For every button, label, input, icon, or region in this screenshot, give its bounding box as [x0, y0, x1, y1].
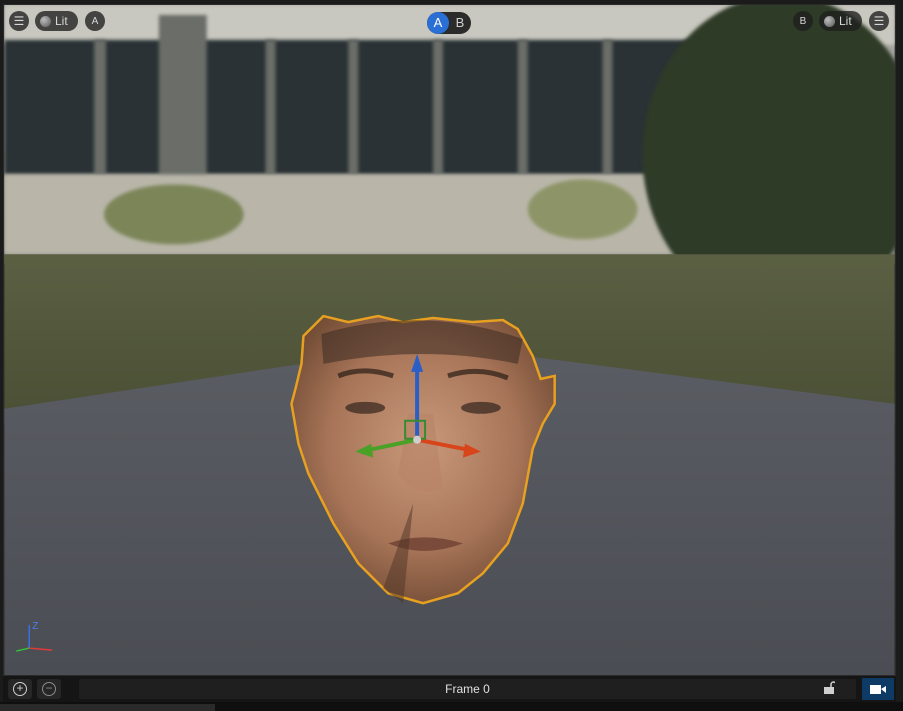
axis-z-label: Z: [32, 621, 38, 632]
plus-icon: +: [13, 682, 27, 696]
frame-field[interactable]: Frame 0: [79, 679, 856, 699]
camera-icon: [870, 685, 886, 694]
unlock-icon: [824, 681, 837, 694]
ab-toggle-b[interactable]: B: [449, 12, 471, 34]
lock-button[interactable]: [823, 681, 837, 697]
frame-label: Frame 0: [445, 682, 490, 696]
right-lit-button[interactable]: Lit: [819, 11, 862, 31]
right-b-button[interactable]: B: [793, 11, 813, 31]
lit-icon: [824, 15, 835, 27]
ab-toggle[interactable]: A B: [427, 12, 471, 34]
remove-button[interactable]: −: [37, 679, 61, 699]
left-a-label: A: [91, 15, 99, 27]
minus-icon: −: [42, 682, 56, 696]
viewport[interactable]: Z ☰ Lit A A B B Lit ☰: [3, 4, 896, 676]
building-windows: [4, 39, 723, 175]
ab-toggle-a[interactable]: A: [427, 12, 449, 34]
status-bar: + − Frame 0: [3, 676, 896, 702]
left-lit-button[interactable]: Lit: [35, 11, 78, 31]
gizmo-center[interactable]: [413, 435, 422, 444]
right-menu-button[interactable]: ☰: [869, 11, 889, 31]
right-lit-label: Lit: [839, 14, 852, 28]
left-a-button[interactable]: A: [85, 11, 105, 31]
menu-icon: ☰: [13, 14, 25, 28]
bottom-tab[interactable]: [0, 704, 215, 711]
right-b-label: B: [799, 15, 807, 27]
left-lit-label: Lit: [55, 14, 68, 28]
lit-icon: [40, 15, 51, 27]
bottom-panel-tabs: [0, 702, 903, 711]
menu-icon: ☰: [873, 14, 885, 28]
add-button[interactable]: +: [8, 679, 32, 699]
left-menu-button[interactable]: ☰: [9, 11, 29, 31]
camera-button[interactable]: [862, 678, 894, 700]
scene-render[interactable]: Z: [4, 5, 895, 675]
